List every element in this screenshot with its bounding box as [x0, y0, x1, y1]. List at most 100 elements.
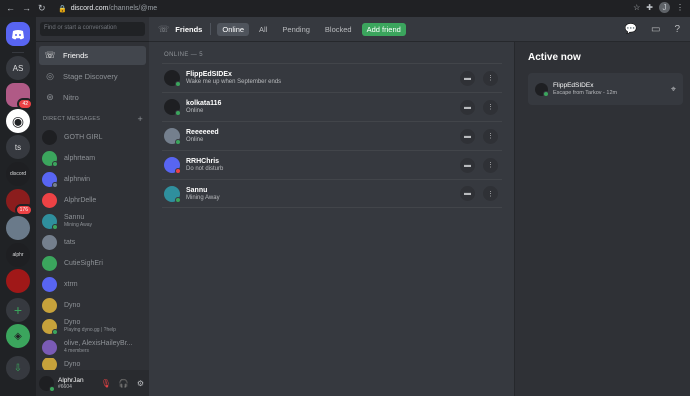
dm-item[interactable]: olive, AlexisHaileyBr... 4 members [39, 337, 146, 357]
tab-all[interactable]: All [254, 23, 272, 36]
avatar [42, 171, 58, 188]
tab-online[interactable]: Online [217, 22, 250, 36]
status-online-icon [175, 139, 181, 145]
avatar [42, 213, 58, 230]
settings-gear-icon[interactable]: ⚙ [137, 379, 144, 388]
dm-item[interactable]: alphrwin [39, 169, 146, 189]
download-apps-button[interactable]: ⇩ [6, 356, 30, 380]
url-path: /channels/@me [108, 5, 158, 12]
avatar [42, 358, 57, 370]
activity-card[interactable]: FlippEdSIDEx Escape from Tarkov - 12m ⌖ [528, 73, 683, 105]
dm-header: DIRECT MESSAGES + [43, 115, 143, 124]
dm-name: AlphrDelle [64, 196, 97, 204]
search-input[interactable]: Find or start a conversation [40, 22, 145, 36]
server-6[interactable]: 176 [6, 189, 33, 216]
dm-item[interactable]: GOTH GIRL [39, 127, 146, 147]
dm-item[interactable]: AlphrDelle [39, 190, 146, 210]
create-dm-icon[interactable]: + [137, 115, 143, 124]
message-icon[interactable]: ▬ [460, 186, 475, 201]
more-icon[interactable]: ⋮ [483, 99, 498, 115]
help-icon[interactable]: ? [674, 24, 680, 35]
server-ts[interactable]: ts [6, 135, 30, 159]
more-icon[interactable]: ⋮ [483, 157, 498, 173]
star-icon[interactable]: ☆ [633, 3, 640, 12]
status-online-icon [175, 196, 181, 203]
friend-row[interactable]: Sannu Mining Away ▬ ⋮ [162, 179, 502, 208]
friend-status: Do not disturb [186, 166, 224, 172]
nav-stage-discovery[interactable]: ◎ Stage Discovery [39, 67, 146, 86]
activity-game: Escape from Tarkov - 12m [553, 90, 618, 96]
friend-name: kolkata116 [186, 100, 222, 107]
add-server-button[interactable]: + [6, 298, 30, 322]
forward-icon[interactable]: → [22, 3, 31, 14]
dm-activity: Mining Away [64, 222, 92, 228]
server-rail: AS 42 ◉ ts discord 176 alphr + ◈ ⇩ [0, 17, 36, 396]
tab-blocked[interactable]: Blocked [320, 23, 357, 36]
friend-row[interactable]: Reeeeeed Online ▬ ⋮ [162, 121, 502, 150]
reload-icon[interactable]: ↻ [38, 3, 46, 14]
tab-pending[interactable]: Pending [277, 23, 315, 36]
lock-icon: 🔒 [58, 5, 67, 13]
server-3[interactable]: ◉ [6, 109, 30, 133]
user-avatar[interactable] [39, 375, 55, 392]
new-group-dm-icon[interactable]: 💬 [625, 24, 637, 35]
server-9[interactable] [6, 269, 30, 293]
friends-icon: ☏ [44, 50, 56, 60]
nitro-icon: ⊛ [46, 92, 54, 102]
dm-name: Dyno [64, 360, 81, 368]
avatar [164, 157, 181, 174]
dm-item[interactable]: alphrteam [39, 148, 146, 168]
more-icon[interactable]: ⋮ [483, 128, 498, 144]
headphones-icon[interactable]: 🎧 [119, 379, 129, 388]
avatar [42, 318, 58, 335]
server-7[interactable] [6, 216, 30, 240]
home-button[interactable] [6, 22, 30, 46]
nav-friends[interactable]: ☏ Friends [39, 46, 146, 65]
message-icon[interactable]: ▬ [460, 99, 475, 115]
explore-servers-button[interactable]: ◈ [6, 324, 30, 348]
nav-label: Friends [63, 51, 89, 60]
dm-members: 4 members [64, 348, 90, 354]
server-alphr[interactable]: alphr [6, 243, 30, 267]
user-tag: #6604 [58, 383, 72, 390]
message-icon[interactable]: ▬ [460, 128, 475, 144]
dm-item[interactable]: Dyno Playing dyno.gg | ?help [39, 316, 146, 336]
avatar [164, 128, 181, 145]
status-online-icon [49, 385, 55, 392]
profile-avatar[interactable]: J [659, 2, 670, 13]
message-icon[interactable]: ▬ [460, 157, 475, 173]
server-2[interactable]: 42 [6, 83, 33, 110]
more-icon[interactable]: ⋮ [483, 70, 498, 86]
address-bar[interactable]: discord.com/channels/@me [71, 5, 157, 12]
dm-name: alphrteam [64, 154, 96, 162]
menu-icon[interactable]: ⋮ [676, 3, 684, 12]
friend-row[interactable]: FlippEdSIDEx Wake me up when September en… [162, 63, 502, 92]
dm-item[interactable]: Dyno [39, 295, 146, 315]
back-icon[interactable]: ← [6, 3, 15, 14]
dm-item[interactable]: Sannu Mining Away [39, 211, 146, 231]
nav-label: Stage Discovery [63, 72, 118, 81]
nav-nitro[interactable]: ⊛ Nitro [39, 88, 146, 107]
dm-item[interactable]: xtrm [39, 274, 146, 294]
divider [210, 23, 212, 35]
friend-row[interactable]: kolkata116 Online ▬ ⋮ [162, 92, 502, 121]
server-discord[interactable]: discord [6, 162, 30, 186]
friend-status: Online [186, 108, 204, 114]
mute-mic-icon[interactable]: 🎙 [101, 379, 111, 388]
game-icon: ⌖ [670, 83, 676, 94]
friend-name: RRHChris [186, 158, 220, 165]
add-friend-button[interactable]: Add friend [361, 22, 406, 36]
server-as[interactable]: AS [6, 56, 30, 80]
dm-name: tats [64, 238, 76, 246]
group-avatar [42, 339, 57, 355]
dm-name: Dyno [64, 301, 81, 309]
dm-item[interactable]: tats [39, 232, 146, 252]
inbox-icon[interactable]: ▭ [651, 24, 660, 35]
dm-item[interactable]: Dyno [39, 358, 146, 370]
more-icon[interactable]: ⋮ [483, 186, 498, 201]
extensions-icon[interactable]: ✚ [646, 3, 653, 12]
dm-item[interactable]: CutieSighEri [39, 253, 146, 273]
friend-row[interactable]: RRHChris Do not disturb ▬ ⋮ [162, 150, 502, 179]
message-icon[interactable]: ▬ [460, 70, 475, 86]
dm-name: Dyno [64, 319, 81, 326]
